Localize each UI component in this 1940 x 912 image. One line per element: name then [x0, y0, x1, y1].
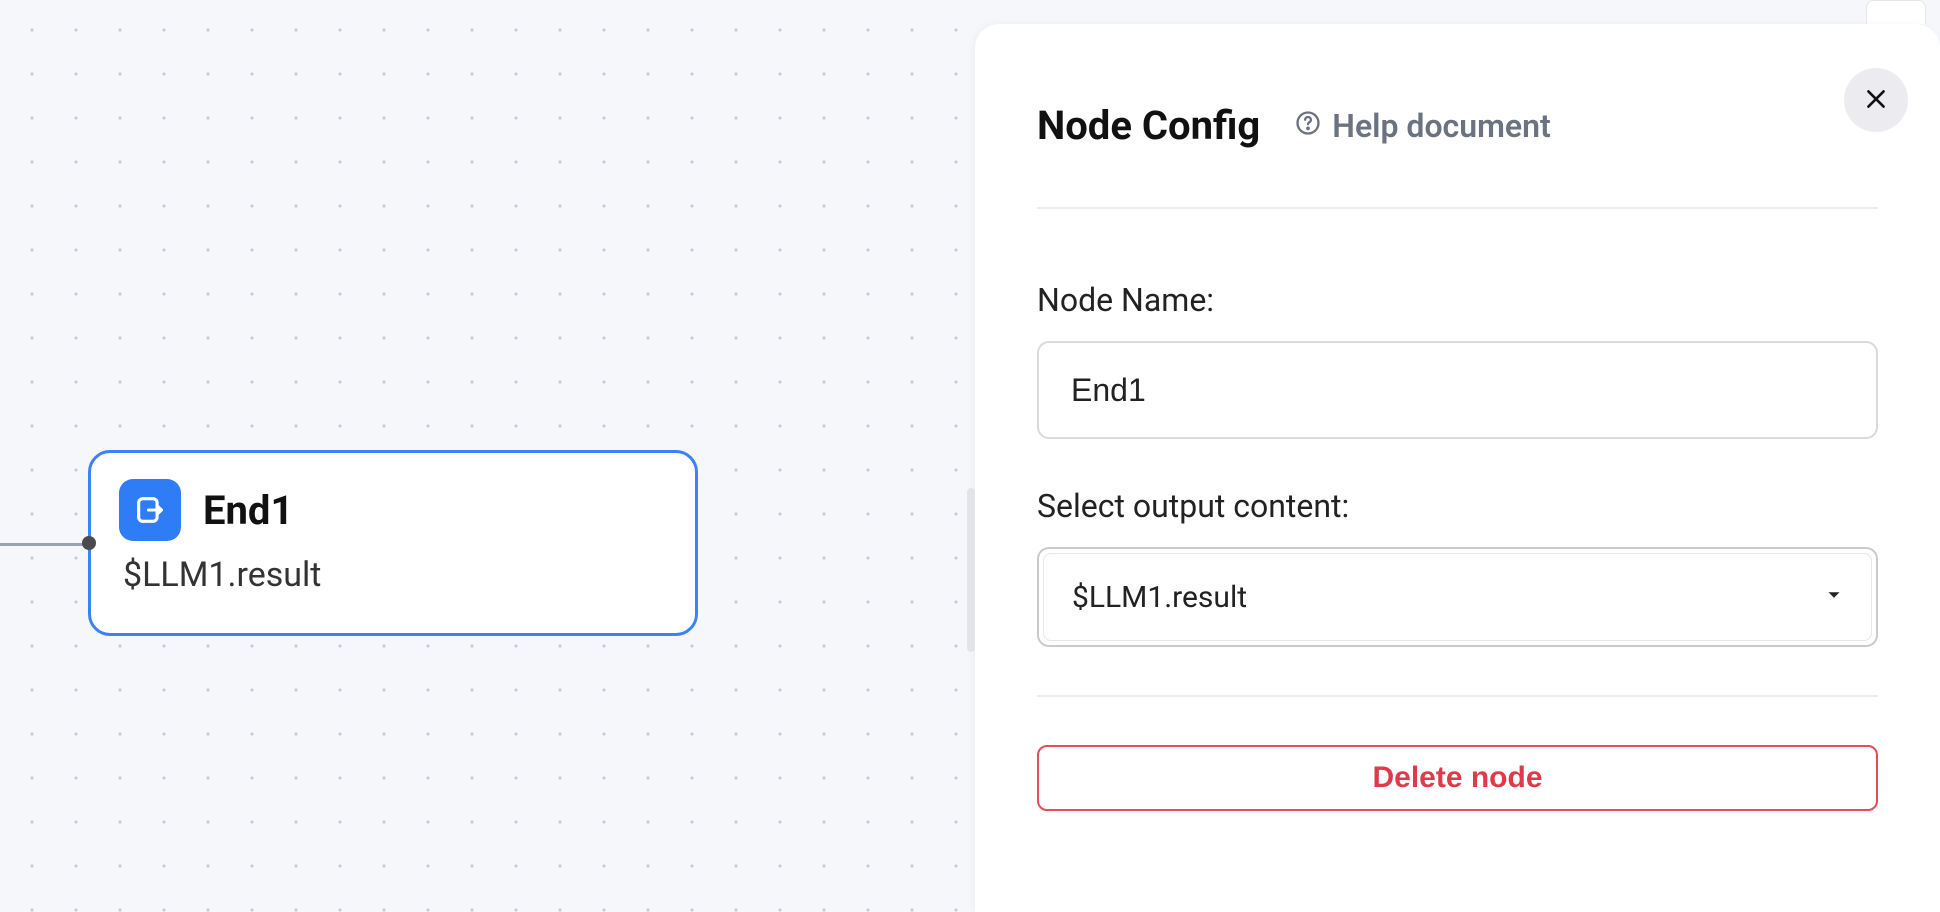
help-document-link[interactable]: Help document [1294, 107, 1550, 145]
node-end1[interactable]: End1 $LLM1.result [88, 450, 698, 636]
output-content-value: $LLM1.result [1072, 580, 1247, 615]
panel-resize-handle[interactable] [967, 488, 975, 652]
config-panel: Node Config Help document Node Name: Sel… [975, 24, 1940, 912]
field-output-content: Select output content: $LLM1.result [1037, 487, 1878, 647]
node-name-input[interactable] [1037, 341, 1878, 439]
panel-header: Node Config Help document [1037, 102, 1878, 149]
output-content-label: Select output content: [1037, 487, 1878, 525]
edge-line [0, 543, 86, 546]
close-icon [1863, 86, 1889, 115]
output-content-select[interactable]: $LLM1.result [1037, 547, 1878, 647]
node-name-label: Node Name: [1037, 281, 1878, 319]
node-header: End1 [119, 479, 667, 541]
help-label: Help document [1332, 107, 1550, 145]
input-port[interactable] [82, 536, 96, 550]
delete-node-button[interactable]: Delete node [1037, 745, 1878, 811]
toolbar-fragment [1866, 0, 1926, 24]
workflow-canvas[interactable]: End1 $LLM1.result Node Config [0, 0, 1940, 912]
chevron-down-icon [1823, 584, 1845, 610]
divider [1037, 695, 1878, 697]
divider [1037, 207, 1878, 209]
field-node-name: Node Name: [1037, 281, 1878, 439]
end-icon [119, 479, 181, 541]
panel-title: Node Config [1037, 102, 1260, 149]
node-title: End1 [203, 487, 293, 534]
node-subtitle: $LLM1.result [119, 555, 667, 595]
help-icon [1294, 107, 1322, 145]
close-button[interactable] [1844, 68, 1908, 132]
